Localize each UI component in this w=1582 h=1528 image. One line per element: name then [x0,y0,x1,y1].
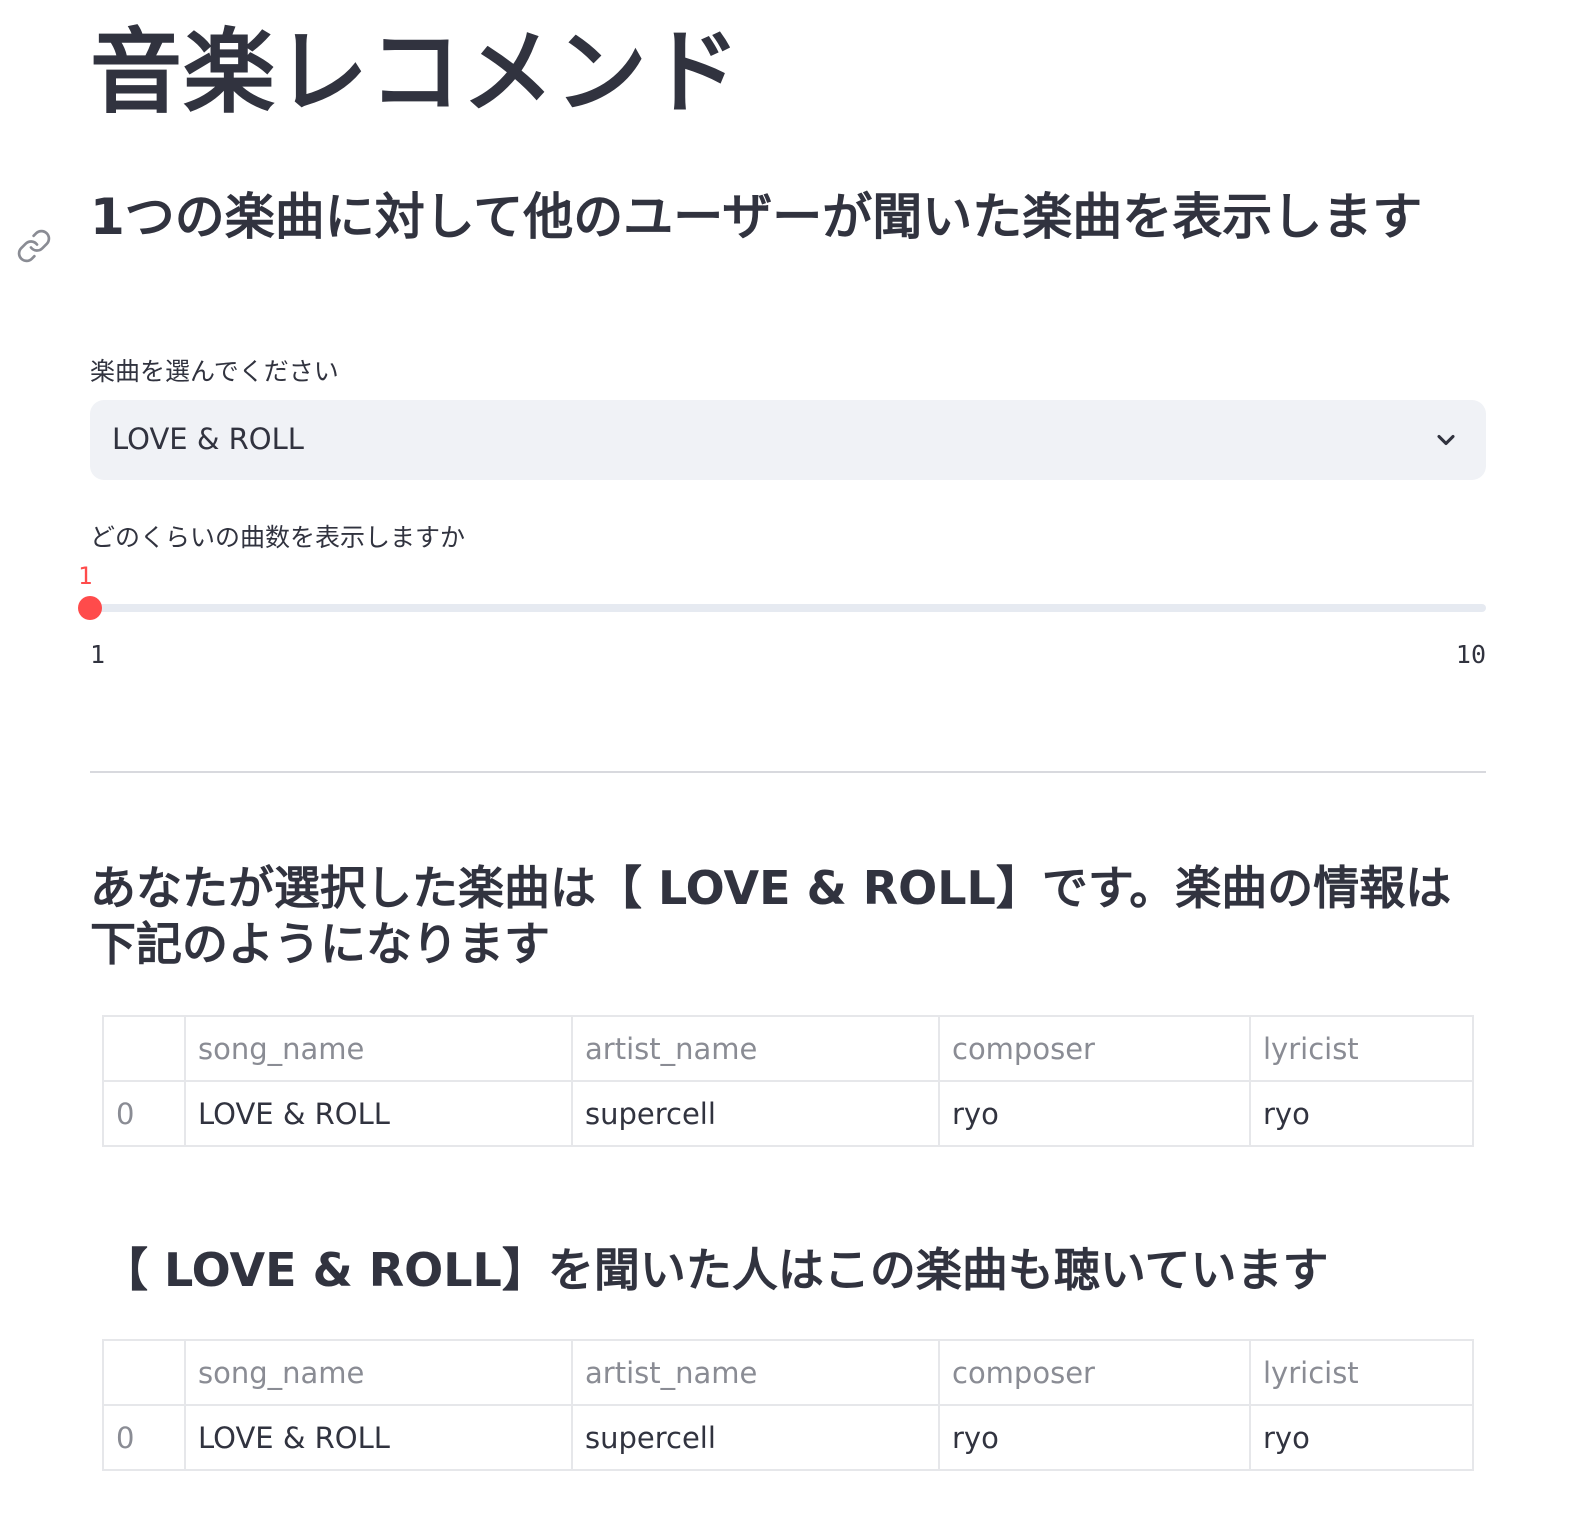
composer-cell: ryo [938,1080,1251,1147]
count-slider-label: どのくらいの曲数を表示しますか [90,523,466,552]
composer-cell: ryo [938,1404,1251,1471]
divider [90,771,1486,773]
artist-name-cell: supercell [571,1404,940,1471]
count-slider[interactable]: 1 1 10 [78,560,1486,680]
slider-min-label: 1 [90,640,106,669]
slider-track[interactable] [90,604,1486,612]
chevron-down-icon [1437,434,1455,446]
song-name-cell: LOVE & ROLL [184,1404,573,1471]
composer-header[interactable]: composer [938,1015,1251,1082]
artist-name-cell: supercell [571,1080,940,1147]
link-icon[interactable] [16,228,52,264]
lyricist-header[interactable]: lyricist [1249,1339,1474,1406]
composer-header[interactable]: composer [938,1339,1251,1406]
song-name-header[interactable]: song_name [184,1339,573,1406]
selected-song-table: song_name artist_name composer lyricist … [102,1015,1474,1147]
lyricist-cell: ryo [1249,1080,1474,1147]
slider-thumb[interactable] [78,596,102,620]
selected-song-heading: あなたが選択した楽曲は【 LOVE & ROLL】です。楽曲の情報は下記のように… [90,861,1452,971]
table-header-row: song_name artist_name composer lyricist [102,1339,1474,1406]
page-title: 音楽レコメンド [90,19,742,126]
song-select[interactable]: LOVE & ROLL [90,400,1486,480]
subheader: 1つの楽曲に対して他のユーザーが聞いた楽曲を表示します [90,188,1423,246]
song-name-cell: LOVE & ROLL [184,1080,573,1147]
table-row: 0 LOVE & ROLL supercell ryo ryo [102,1404,1474,1471]
table-row: 0 LOVE & ROLL supercell ryo ryo [102,1080,1474,1147]
song-select-value: LOVE & ROLL [112,422,304,456]
recommend-heading: 【 LOVE & ROLL】を聞いた人はこの楽曲も聴いています [102,1243,1329,1297]
recommend-table: song_name artist_name composer lyricist … [102,1339,1474,1471]
lyricist-cell: ryo [1249,1404,1474,1471]
song-name-header[interactable]: song_name [184,1015,573,1082]
artist-name-header[interactable]: artist_name [571,1339,940,1406]
lyricist-header[interactable]: lyricist [1249,1015,1474,1082]
index-header[interactable] [102,1015,186,1082]
index-header[interactable] [102,1339,186,1406]
row-index: 0 [102,1404,186,1471]
slider-current-value: 1 [78,562,93,590]
table-header-row: song_name artist_name composer lyricist [102,1015,1474,1082]
slider-max-label: 10 [1455,640,1486,669]
artist-name-header[interactable]: artist_name [571,1015,940,1082]
row-index: 0 [102,1080,186,1147]
song-select-label: 楽曲を選んでください [90,357,339,386]
